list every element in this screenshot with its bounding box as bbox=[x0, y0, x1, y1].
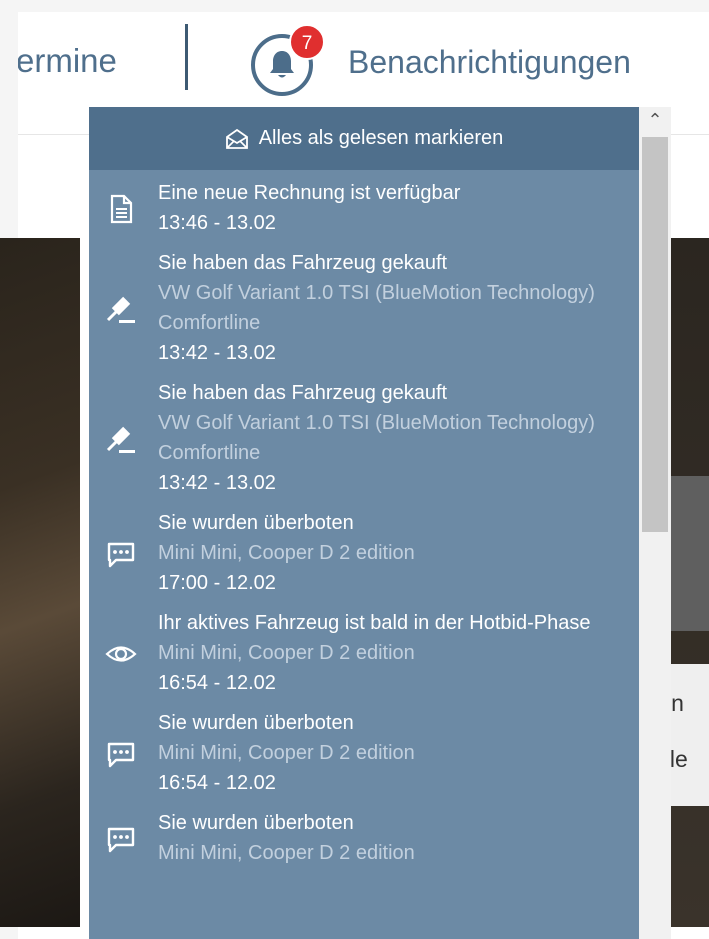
chat-icon bbox=[105, 538, 137, 570]
notification-title: Sie wurden überboten bbox=[158, 712, 354, 734]
notification-item[interactable]: Eine neue Rechnung ist verfügbar 13:46 -… bbox=[89, 174, 639, 244]
notification-time: 13:42 - 13.02 bbox=[158, 342, 276, 364]
notification-time: 16:54 - 12.02 bbox=[158, 672, 276, 694]
mark-all-read-label: Alles als gelesen markieren bbox=[258, 127, 504, 149]
notification-item[interactable]: Sie wurden überboten Mini Mini, Cooper D… bbox=[89, 504, 639, 604]
notification-subtitle: Mini Mini, Cooper D 2 edition bbox=[158, 842, 415, 864]
notification-title: Eine neue Rechnung ist verfügbar bbox=[158, 182, 461, 204]
notification-title: Sie wurden überboten bbox=[158, 812, 354, 834]
eye-icon bbox=[105, 638, 137, 670]
document-icon bbox=[105, 193, 137, 225]
scroll-up-arrow[interactable]: ⌃ bbox=[639, 107, 671, 133]
envelope-open-icon bbox=[225, 128, 248, 149]
background-vehicle-image bbox=[0, 238, 80, 927]
chat-icon bbox=[105, 738, 137, 770]
notification-time: 17:00 - 12.02 bbox=[158, 572, 276, 594]
notification-item[interactable]: Sie wurden überboten Mini Mini, Cooper D… bbox=[89, 704, 639, 804]
notification-item[interactable]: Sie haben das Fahrzeug gekauft VW Golf V… bbox=[89, 374, 639, 504]
notification-title: Ihr aktives Fahrzeug ist bald in der Hot… bbox=[158, 612, 591, 634]
nav-termine-link[interactable]: ermine bbox=[18, 42, 117, 80]
nav-notifications-label[interactable]: Benachrichtigungen bbox=[348, 44, 631, 81]
notifications-dropdown: Alles als gelesen markieren Eine neue Re… bbox=[89, 107, 639, 939]
nav-divider bbox=[185, 24, 188, 90]
notification-count-badge: 7 bbox=[289, 24, 325, 60]
chat-icon bbox=[105, 823, 137, 855]
gavel-icon bbox=[105, 423, 137, 455]
notification-subtitle: Mini Mini, Cooper D 2 edition bbox=[158, 542, 415, 564]
scroll-thumb[interactable] bbox=[642, 137, 668, 532]
notification-title: Sie haben das Fahrzeug gekauft bbox=[158, 382, 448, 404]
dropdown-scrollbar[interactable]: ⌃ bbox=[639, 107, 671, 939]
notification-list: Eine neue Rechnung ist verfügbar 13:46 -… bbox=[89, 170, 639, 874]
notification-item[interactable]: Sie wurden überboten Mini Mini, Cooper D… bbox=[89, 804, 639, 874]
notification-time: 16:54 - 12.02 bbox=[158, 772, 276, 794]
gavel-icon bbox=[105, 293, 137, 325]
notification-item[interactable]: Sie haben das Fahrzeug gekauft VW Golf V… bbox=[89, 244, 639, 374]
notification-title: Sie wurden überboten bbox=[158, 512, 354, 534]
mark-all-read-button[interactable]: Alles als gelesen markieren bbox=[89, 107, 639, 170]
notifications-bell-button[interactable]: 7 bbox=[249, 24, 325, 96]
notification-subtitle: Mini Mini, Cooper D 2 edition bbox=[158, 642, 415, 664]
notification-title: Sie haben das Fahrzeug gekauft bbox=[158, 252, 448, 274]
notification-subtitle: VW Golf Variant 1.0 TSI (BlueMotion Tech… bbox=[158, 412, 595, 464]
notification-time: 13:46 - 13.02 bbox=[158, 212, 276, 234]
notification-subtitle: VW Golf Variant 1.0 TSI (BlueMotion Tech… bbox=[158, 282, 595, 334]
notification-item[interactable]: Ihr aktives Fahrzeug ist bald in der Hot… bbox=[89, 604, 639, 704]
notification-subtitle: Mini Mini, Cooper D 2 edition bbox=[158, 742, 415, 764]
notification-time: 13:42 - 13.02 bbox=[158, 472, 276, 494]
